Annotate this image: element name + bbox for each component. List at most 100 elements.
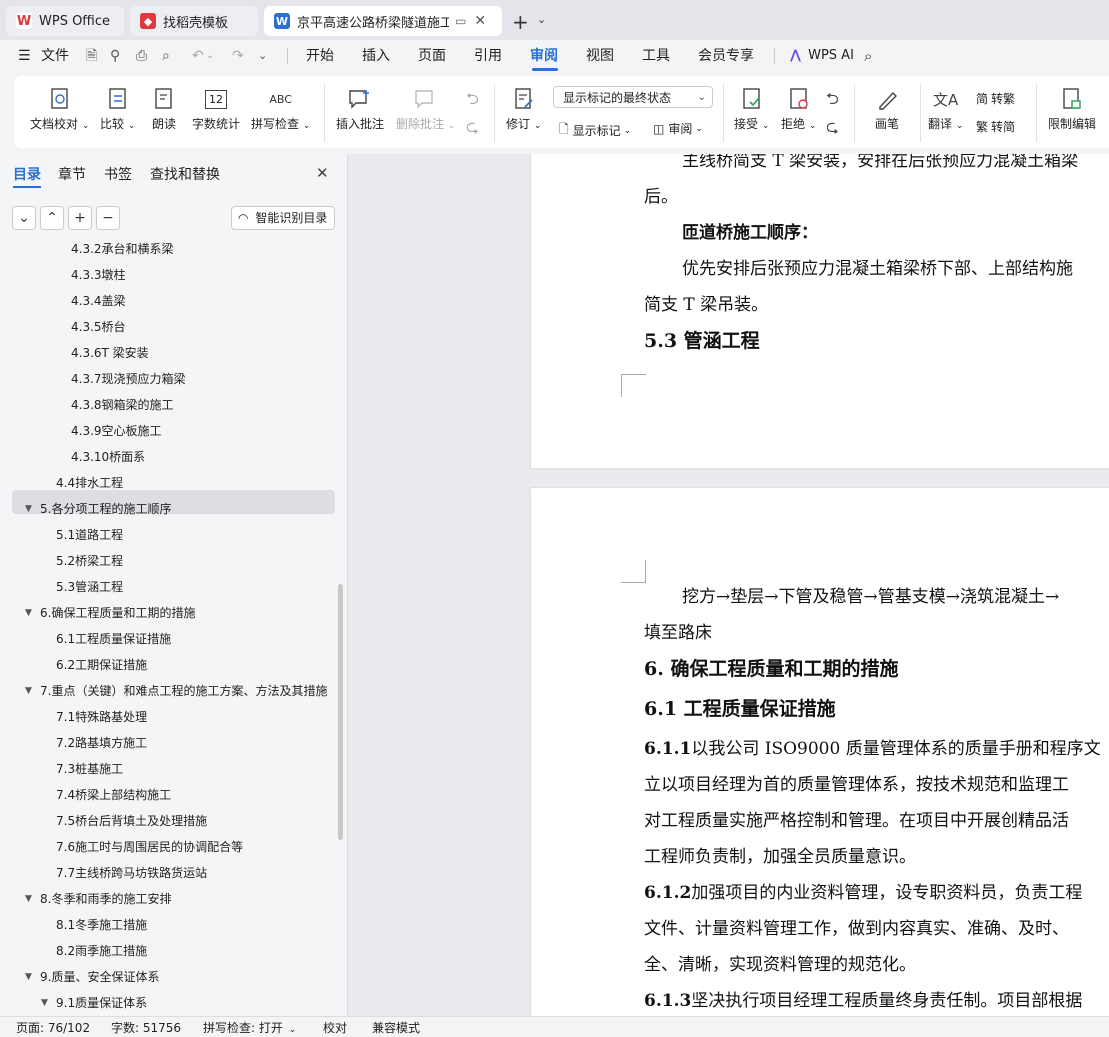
toc-item[interactable]: 8.冬季和雨季的施工安排 xyxy=(40,886,330,912)
menu-reference[interactable]: 引用 xyxy=(474,40,502,72)
draw-pen-button[interactable]: 画笔 xyxy=(874,86,900,132)
chevron-down-icon[interactable]: ⌄ xyxy=(537,13,546,26)
menu-tools[interactable]: 工具 xyxy=(642,40,670,72)
previous-comment-icon[interactable]: ⮌ xyxy=(466,88,479,115)
print-preview-icon[interactable]: ⌕ xyxy=(162,40,170,72)
toc-item[interactable]: 6.2工期保证措施 xyxy=(56,652,330,678)
toc-item[interactable]: 9.1质量保证体系 xyxy=(56,990,330,1014)
toc-item[interactable]: 7.1特殊路基处理 xyxy=(56,704,330,730)
display-mode-select[interactable]: 显示标记的最终状态 ⌄ xyxy=(553,86,713,108)
search-icon[interactable]: ⌕ xyxy=(864,40,872,72)
menu-insert[interactable]: 插入 xyxy=(362,40,390,72)
toc-item[interactable]: 7.3桩基施工 xyxy=(56,756,330,782)
tab-wps-office[interactable]: W WPS Office xyxy=(6,6,124,36)
toc-item[interactable]: 4.3.5桥台 xyxy=(71,314,330,340)
toc-item[interactable]: 5.各分项工程的施工顺序 xyxy=(40,496,330,522)
expand-up-icon[interactable]: ⌃ xyxy=(40,206,64,230)
toc-item[interactable]: 7.7主线桥跨马坊铁路货运站 xyxy=(56,860,330,886)
delete-comment-button[interactable]: 删除批注 ⌄ xyxy=(396,86,455,132)
document-area[interactable]: 主线桥简支 T 梁安装，安排在后张预应力混凝土箱梁 后。 匝道桥施工顺序： 优先安排后… xyxy=(348,154,1109,1016)
close-icon[interactable]: ✕ xyxy=(316,164,329,182)
translate-button[interactable]: 文A 翻译 ⌄ xyxy=(928,86,963,132)
toc-item[interactable]: 4.3.3墩柱 xyxy=(71,262,330,288)
doc-check-button[interactable]: 文档校对 ⌄ xyxy=(30,86,89,132)
toc-item[interactable]: 4.3.2承台和横系梁 xyxy=(71,238,330,262)
tab-bookmark[interactable]: 书签 xyxy=(104,164,132,184)
save-icon[interactable]: 🗎 xyxy=(86,40,97,72)
revise-button[interactable]: 修订 ⌄ xyxy=(506,86,541,132)
toc-item[interactable]: 4.3.8钢箱梁的施工 xyxy=(71,392,330,418)
toc-item[interactable]: 5.3管涵工程 xyxy=(56,574,330,600)
undo-dropdown-icon[interactable]: ⌄ xyxy=(206,40,214,72)
collapse-icon[interactable]: ⌄ xyxy=(12,206,36,230)
reject-button[interactable]: 拒绝 ⌄ xyxy=(781,86,816,132)
toc-item[interactable]: 7.重点（关键）和难点工程的施工方案、方法及其措施 xyxy=(40,678,330,704)
new-tab-icon[interactable]: + xyxy=(512,10,529,34)
toc-item[interactable]: 7.4桥梁上部结构施工 xyxy=(56,782,330,808)
redo-icon[interactable]: ↷ xyxy=(232,40,244,72)
toc-item[interactable]: 6.确保工程质量和工期的措施 xyxy=(40,600,330,626)
menu-page[interactable]: 页面 xyxy=(418,40,446,72)
proof-status[interactable]: 校对 xyxy=(323,1019,347,1036)
show-marks-button[interactable]: 🗋 显示标记 ⌄ xyxy=(559,120,631,141)
tab-document[interactable]: W 京平高速公路桥梁隧道施工组织 ▭ ✕ xyxy=(264,6,502,36)
sidebar-scrollbar[interactable] xyxy=(338,584,343,840)
menu-membership[interactable]: 会员专享 xyxy=(698,40,754,72)
wps-ai-button[interactable]: ⋀ WPS AI xyxy=(790,40,854,72)
tab-toc[interactable]: 目录 xyxy=(13,164,41,184)
tab-chapter[interactable]: 章节 xyxy=(58,164,86,184)
compare-button[interactable]: 比较 ⌄ xyxy=(100,86,135,132)
toc-item[interactable]: 4.3.9空心板施工 xyxy=(71,418,330,444)
to-simplified-button[interactable]: 繁 转简 xyxy=(976,118,1015,135)
insert-comment-button[interactable]: 插入批注 xyxy=(336,86,384,132)
expand-triangle-icon[interactable]: ▼ xyxy=(25,504,32,514)
undo-icon[interactable]: ↶ xyxy=(192,40,204,72)
close-icon[interactable]: ✕ xyxy=(474,13,486,29)
toc-item[interactable]: 7.5桥台后背填土及处理措施 xyxy=(56,808,330,834)
toc-item[interactable]: 5.1道路工程 xyxy=(56,522,330,548)
word-count-status[interactable]: 字数: 51756 xyxy=(111,1019,181,1036)
menu-home[interactable]: 开始 xyxy=(306,40,334,72)
expand-triangle-icon[interactable]: ▼ xyxy=(25,608,32,618)
previous-revision-icon[interactable]: ⮌ xyxy=(826,88,839,115)
share-icon[interactable]: ⚲ xyxy=(110,40,120,72)
next-comment-icon[interactable]: ⮎ xyxy=(466,116,479,143)
print-icon[interactable]: ⎙ xyxy=(136,40,147,72)
file-menu[interactable]: ☰ 文件 xyxy=(18,40,69,72)
expand-triangle-icon[interactable]: ▼ xyxy=(25,972,32,982)
spell-check-button[interactable]: ABC 拼写检查 ⌄ xyxy=(251,86,310,132)
tab-find-replace[interactable]: 查找和替换 xyxy=(150,164,220,184)
to-traditional-button[interactable]: 简 转繁 xyxy=(976,90,1015,107)
toc-item[interactable]: 4.4排水工程 xyxy=(56,470,330,496)
accept-button[interactable]: 接受 ⌄ xyxy=(734,86,769,132)
toc-item[interactable]: 9.质量、安全保证体系 xyxy=(40,964,330,990)
expand-triangle-icon[interactable]: ▼ xyxy=(41,998,48,1008)
review-pane-button[interactable]: ◫ 审阅 ⌄ xyxy=(653,120,703,137)
toc-item[interactable]: 8.2雨季施工措施 xyxy=(56,938,330,964)
word-count-label: 字数统计 xyxy=(192,117,241,131)
smart-toc-button[interactable]: ◠ 智能识别目录 xyxy=(231,206,335,230)
toc-item[interactable]: 4.3.7现浇预应力箱梁 xyxy=(71,366,330,392)
toc-item[interactable]: 8.1冬季施工措施 xyxy=(56,912,330,938)
word-count-button[interactable]: 12 字数统计 xyxy=(192,86,240,132)
restrict-edit-button[interactable]: 限制编辑 xyxy=(1048,86,1096,132)
tab-docer-templates[interactable]: ◆ 找稻壳模板 xyxy=(130,6,258,36)
add-heading-icon[interactable]: + xyxy=(68,206,92,230)
toc-item[interactable]: 6.1工程质量保证措施 xyxy=(56,626,330,652)
tab-label: 找稻壳模板 xyxy=(163,15,229,31)
next-revision-icon[interactable]: ⮎ xyxy=(826,116,839,143)
expand-triangle-icon[interactable]: ▼ xyxy=(25,894,32,904)
toc-item[interactable]: 4.3.6T 梁安装 xyxy=(71,340,330,366)
page-indicator[interactable]: 页面: 76/102 xyxy=(16,1019,90,1036)
read-aloud-button[interactable]: 朗读 xyxy=(151,86,177,132)
menu-view[interactable]: 视图 xyxy=(586,40,614,72)
more-dropdown-icon[interactable]: ⌄ xyxy=(258,40,267,72)
toc-item[interactable]: 4.3.4盖梁 xyxy=(71,288,330,314)
toc-item[interactable]: 5.2桥梁工程 xyxy=(56,548,330,574)
remove-heading-icon[interactable]: − xyxy=(96,206,120,230)
toc-item[interactable]: 7.6施工时与周围居民的协调配合等 xyxy=(56,834,330,860)
toc-item[interactable]: 7.2路基填方施工 xyxy=(56,730,330,756)
toc-item[interactable]: 4.3.10桥面系 xyxy=(71,444,330,470)
spell-check-status[interactable]: 拼写检查: 打开 ⌄ xyxy=(203,1019,296,1036)
expand-triangle-icon[interactable]: ▼ xyxy=(25,686,32,696)
